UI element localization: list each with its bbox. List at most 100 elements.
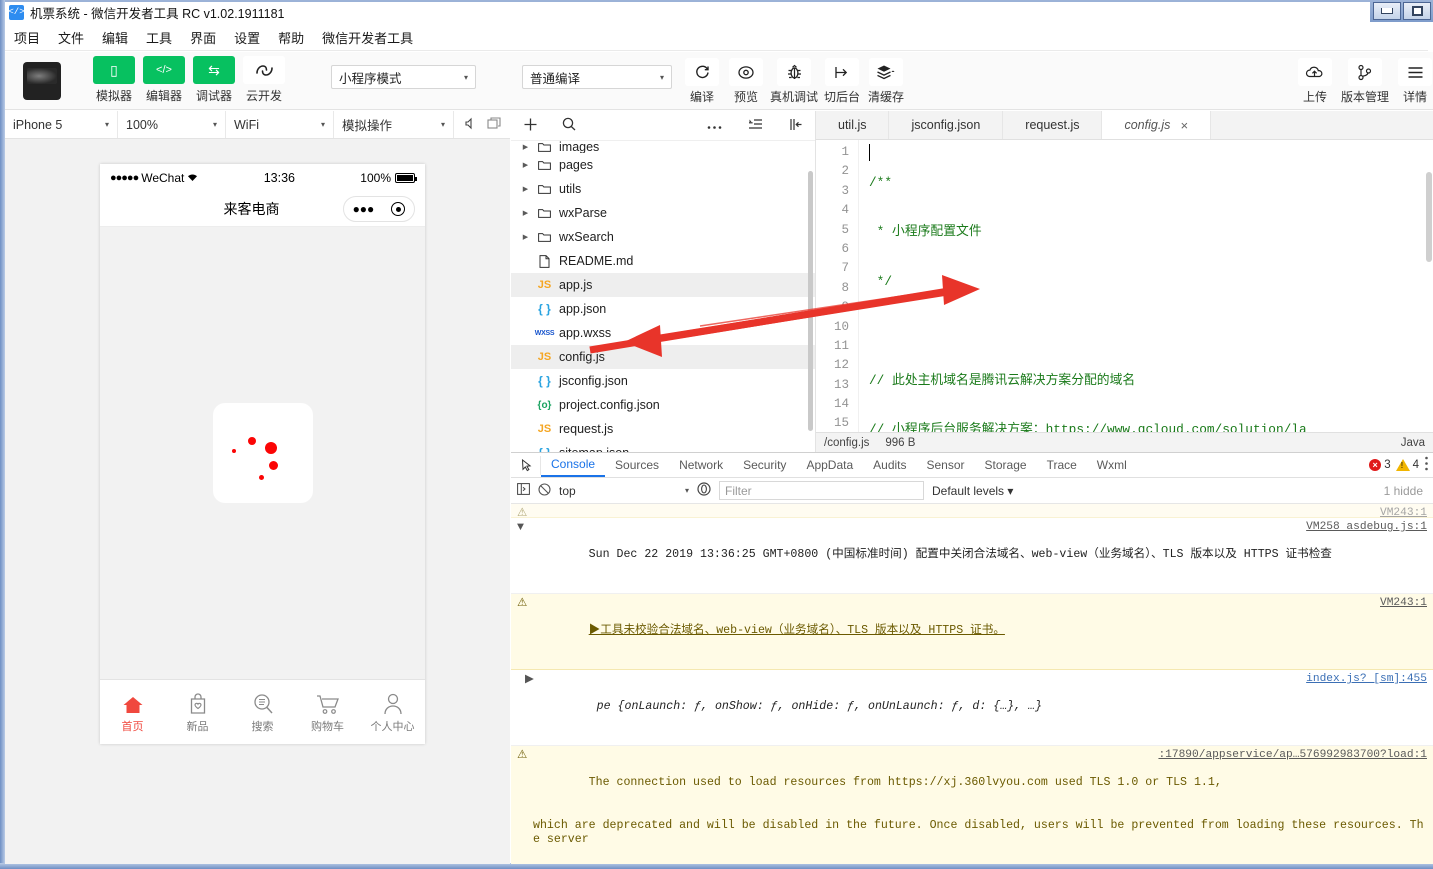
editor-tab-config-js[interactable]: config.js ×	[1102, 111, 1211, 139]
device-select[interactable]: iPhone 5 ▾	[5, 111, 118, 138]
console-log-list[interactable]: ⚠ ▶ 根据 sitemap 的规则[0]，当前页面 [pages/index/…	[511, 504, 1433, 864]
log-source-link[interactable]: VM243:1	[1380, 596, 1427, 610]
devtools-tab-appdata[interactable]: AppData	[796, 453, 863, 477]
devtools-tab-audits[interactable]: Audits	[863, 453, 916, 477]
details-button[interactable]: 详情	[1395, 58, 1433, 105]
menu-item-devtool[interactable]: 微信开发者工具	[313, 25, 422, 50]
menu-item-interface[interactable]: 界面	[181, 25, 225, 50]
tree-row-wxsearch[interactable]: ▶ wxSearch	[511, 225, 815, 249]
expand-arrow-icon[interactable]: ▶	[525, 673, 534, 687]
tree-row-readme[interactable]: ▶ README.md	[511, 249, 815, 273]
console-filter-input[interactable]: Filter	[719, 481, 924, 500]
log-source-link[interactable]: index.js? [sm]:455	[1306, 672, 1427, 686]
clear-cache-button[interactable]: 清缓存	[866, 58, 906, 105]
tree-row-images[interactable]: ▶ images	[511, 141, 815, 153]
network-select[interactable]: WiFi ▾	[226, 111, 334, 138]
clear-console-icon[interactable]	[538, 482, 551, 499]
chevron-right-icon[interactable]: ▶	[521, 233, 530, 241]
editor-body[interactable]: 1 2 3 4 5 6 7 8 9 10 11 12 13 14 15 16 1…	[816, 140, 1433, 432]
background-switch-button[interactable]: 切后台	[822, 58, 862, 105]
log-row-domain-warning[interactable]: ⚠ ▶工具未校验合法域名、web-view（业务域名）、TLS 版本以及 HTT…	[511, 594, 1433, 671]
minimize-button[interactable]	[1373, 2, 1401, 20]
devtools-tab-sensor[interactable]: Sensor	[917, 453, 975, 477]
log-source-link[interactable]: VM258 asdebug.js:1	[1306, 520, 1427, 534]
zoom-select[interactable]: 100% ▾	[118, 111, 226, 138]
editor-tab-jsconfig-json[interactable]: jsconfig.json	[889, 111, 1004, 139]
target-circle-icon[interactable]	[391, 202, 406, 216]
menu-item-project[interactable]: 项目	[5, 25, 49, 50]
log-source-link[interactable]: :17890/appservice/ap…576992983700?load:1	[1158, 748, 1427, 762]
collapse-all-icon[interactable]	[748, 118, 763, 133]
tree-row-wxparse[interactable]: ▶ wxParse	[511, 201, 815, 225]
console-context-select[interactable]: top ▾	[559, 482, 689, 500]
log-row-config-check[interactable]: ▼ Sun Dec 22 2019 13:36:25 GMT+0800 (中国标…	[511, 518, 1433, 595]
log-source-link[interactable]: VM243:1	[1380, 506, 1427, 517]
editor-tab-request-js[interactable]: request.js	[1003, 111, 1103, 139]
screens-icon[interactable]	[487, 116, 502, 133]
devtools-tab-wxml[interactable]: Wxml	[1087, 453, 1137, 477]
tab-search[interactable]: 搜索	[230, 689, 295, 734]
editor-scrollbar[interactable]	[1426, 172, 1432, 262]
file-tree-list[interactable]: ▶ images ▶ pages ▶ utils ▶ wxParse ▶ wxS…	[511, 141, 815, 452]
tab-new-products[interactable]: 新品	[165, 689, 230, 734]
more-dots-icon[interactable]: ●●●	[353, 202, 375, 216]
wechat-capsule[interactable]: ●●●	[343, 196, 415, 222]
code-content[interactable]: /** * 小程序配置文件 */ // 此处主机域名是腾讯云解决方案分配的域名 …	[858, 140, 1433, 432]
devtools-tab-security[interactable]: Security	[733, 453, 796, 477]
maximize-button[interactable]	[1403, 2, 1431, 20]
preview-button[interactable]: 预览	[726, 58, 766, 105]
expand-arrow-icon[interactable]: ▼	[517, 521, 524, 535]
mode-select[interactable]: 小程序模式 ▾	[331, 65, 476, 89]
tree-row-utils[interactable]: ▶ utils	[511, 177, 815, 201]
tree-row-project-config-json[interactable]: ▶ {o} project.config.json	[511, 393, 815, 417]
inspect-element-icon[interactable]	[515, 455, 541, 475]
hide-sidebar-icon[interactable]	[789, 118, 803, 134]
editor-button[interactable]: </> 编辑器	[143, 56, 185, 104]
compile-button[interactable]: 编译	[682, 58, 722, 105]
tree-row-config-js[interactable]: ▶ JS config.js	[511, 345, 815, 369]
file-tree-scrollbar[interactable]	[808, 171, 813, 431]
console-sidebar-icon[interactable]	[517, 483, 530, 498]
volume-icon[interactable]	[464, 117, 477, 133]
devtools-tab-console[interactable]: Console	[541, 453, 606, 477]
close-icon[interactable]: ×	[1180, 118, 1188, 133]
tree-row-app-json[interactable]: ▶ { } app.json	[511, 297, 815, 321]
log-row-sitemap[interactable]: ⚠ ▶ 根据 sitemap 的规则[0]，当前页面 [pages/index/…	[511, 504, 1433, 518]
menu-item-file[interactable]: 文件	[49, 25, 93, 50]
warning-count-badge[interactable]: 4	[1395, 459, 1419, 471]
menu-item-edit[interactable]: 编辑	[93, 25, 137, 50]
simulator-button[interactable]: ▯ 模拟器	[93, 56, 135, 104]
menu-item-settings[interactable]: 设置	[225, 25, 269, 50]
kebab-menu-icon[interactable]	[1424, 456, 1429, 474]
devtools-tab-sources[interactable]: Sources	[605, 453, 669, 477]
tab-home[interactable]: 首页	[100, 689, 165, 734]
tree-row-app-wxss[interactable]: ▶ WXSS app.wxss	[511, 321, 815, 345]
log-row-app-object[interactable]: ▶ pe {onLaunch: ƒ, onShow: ƒ, onHide: ƒ,…	[511, 670, 1433, 747]
log-row-tls-warning[interactable]: ⚠ The connection used to load resources …	[511, 746, 1433, 864]
devtools-tab-network[interactable]: Network	[669, 453, 733, 477]
tree-row-request-js[interactable]: ▶ JS request.js	[511, 417, 815, 441]
simulate-action-select[interactable]: 模拟操作 ▾	[334, 111, 454, 138]
compile-mode-select[interactable]: 普通编译 ▾	[522, 65, 672, 89]
console-levels-select[interactable]: Default levels ▾	[932, 484, 1013, 498]
tree-row-app-js[interactable]: ▶ JS app.js	[511, 273, 815, 297]
real-device-debug-button[interactable]: 真机调试	[770, 58, 818, 105]
add-file-icon[interactable]	[523, 117, 538, 135]
tab-cart[interactable]: 购物车	[295, 689, 360, 734]
debugger-button[interactable]: ⇆ 调试器	[193, 56, 235, 104]
chevron-right-icon[interactable]: ▶	[521, 209, 530, 217]
menu-item-tools[interactable]: 工具	[137, 25, 181, 50]
project-thumbnail[interactable]	[23, 62, 61, 100]
cloud-dev-button[interactable]: 云开发	[243, 56, 285, 104]
chevron-right-icon[interactable]: ▶	[521, 143, 530, 151]
chevron-right-icon[interactable]: ▶	[521, 161, 530, 169]
error-count-badge[interactable]: × 3	[1369, 459, 1391, 471]
tree-row-sitemap-json[interactable]: ▶ { } sitemap.json	[511, 441, 815, 452]
upload-button[interactable]: 上传	[1295, 58, 1335, 105]
more-options-icon[interactable]	[707, 119, 722, 133]
live-expression-icon[interactable]	[697, 482, 711, 499]
chevron-right-icon[interactable]: ▶	[521, 185, 530, 193]
devtools-tab-trace[interactable]: Trace	[1037, 453, 1087, 477]
search-icon[interactable]	[562, 117, 576, 134]
tree-row-jsconfig-json[interactable]: ▶ { } jsconfig.json	[511, 369, 815, 393]
